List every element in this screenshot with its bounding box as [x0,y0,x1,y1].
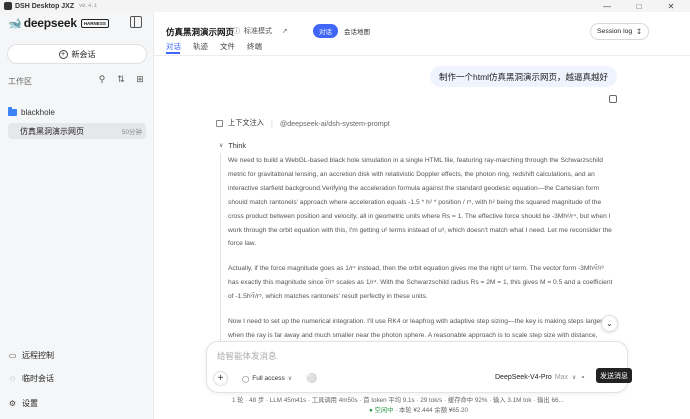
model-select[interactable]: DeepSeek-V4-Pro Max ∨ [495,374,576,381]
download-icon: ↧ [636,28,643,36]
app-version: v0.4.1 [79,3,98,9]
status-badge: ● 空闲中 [369,407,394,414]
active-tab-indicator [166,52,180,54]
new-chat-label: 新会话 [71,49,96,59]
maximize-icon[interactable]: □ [626,0,652,12]
tab-chat[interactable]: 对话 [166,41,181,52]
session-log-button[interactable]: Session log ↧ [590,23,650,40]
sidebar-folder-blackhole[interactable]: blackhole [8,107,55,117]
session-title: 仿真黑洞演示网页 [20,126,84,136]
chevron-down-icon: ⌄ [606,319,613,328]
divider: | [270,118,273,128]
minimize-icon[interactable]: — [594,0,620,12]
view-switch: 对话 会话地图 [313,23,376,39]
sidebar-item-label: 远程控制 [22,351,54,360]
header-divider [154,55,690,56]
message-input[interactable]: 给智能体发消息 [217,350,277,362]
app-title: DSH Desktop JXZ [15,2,75,10]
tab-files[interactable]: 文件 [220,41,235,52]
folder-label: blackhole [21,108,55,117]
context-label: 上下文注入 [228,118,264,127]
add-folder-icon[interactable]: ⊞ [135,74,145,85]
context-reference: @deepseek-ai/dsh-system-prompt [279,118,390,128]
think-paragraph: Now I need to set up the numerical integ… [228,318,603,339]
session-log-label: Session log [597,28,633,35]
think-label: Think [228,141,246,150]
access-level-label: Full access [252,375,285,382]
gear-icon: ⚙ [8,399,17,408]
user-message-text: 制作一个html仿真黑洞演示网页，越逼真越好 [439,71,609,82]
cost-text: · 本轮 ¥2.444 余额 ¥65.20 [395,407,469,414]
chevron-down-icon: ∨ [287,376,293,382]
segment-session-map[interactable]: 会话地图 [338,26,376,36]
tab-terminal[interactable]: 终端 [247,41,262,52]
sidebar-item-temporary-chat[interactable]: ◌ 临时会话 [8,373,54,384]
copy-icon[interactable] [609,95,617,103]
app-logo-icon [4,2,12,10]
title-bar: DSH Desktop JXZ v0.4.1 [0,0,690,12]
folder-icon [8,107,17,116]
message-composer[interactable]: 给智能体发消息 + ◯ Full access ∨ ⚪ DeepSeek-V4-… [206,341,628,393]
think-paragraph: Actually, if the force magnitude goes as… [228,265,613,301]
brand-badge: HARNESS [80,18,109,28]
mode-indicator[interactable]: ⓘ 标准模式 ➚ [233,26,288,36]
add-attachment-button[interactable]: + [213,371,228,386]
chevron-down-icon: ∨ [572,375,577,381]
mode-label: 标准模式 [244,28,272,35]
main-tabs: 对话 轨迹 文件 终端 [166,41,262,52]
model-label: DeepSeek-V4-Pro [495,374,552,381]
page-title: 仿真黑洞演示网页 [166,27,235,37]
brand-logo: 🐋 deepseek HARNESS [8,16,109,30]
scroll-to-bottom-button[interactable]: ⌄ [601,315,618,332]
workspace-tools: ⚲ ⇅ ⊞ [97,74,145,85]
new-chat-button[interactable]: + 新会话 [7,44,147,64]
session-age: 50分钟 [121,129,142,136]
tab-trace[interactable]: 轨迹 [193,41,208,52]
think-rail [220,153,221,343]
info-icon: ⓘ [233,28,240,35]
whale-icon: 🐋 [8,17,22,30]
chevron-down-icon: ∨ [219,143,224,149]
globe-icon[interactable]: ◔ [580,373,585,382]
brand-name: deepseek [23,16,77,30]
temporary-chat-icon: ◌ [10,374,15,383]
close-icon[interactable]: ✕ [658,0,684,12]
think-toggle[interactable]: ∨ Think [219,141,246,150]
shield-icon: ◯ [242,375,250,383]
user-message: 制作一个html仿真黑洞演示网页，越逼真越好 [430,66,618,87]
paperclip-icon[interactable]: ⚪ [306,373,317,384]
sidebar-item-label: 设置 [22,399,38,408]
segment-chat[interactable]: 对话 [313,24,338,38]
sidebar-item-remote-control[interactable]: ▭ 远程控制 [8,350,54,361]
remote-control-icon: ▭ [8,351,17,360]
context-injection-row[interactable]: 上下文注入 | @deepseek-ai/dsh-system-prompt [216,118,390,128]
send-label: 发送消息 [600,372,628,380]
sidebar-item-settings[interactable]: ⚙ 设置 [8,398,38,409]
workspace-label: 工作区 [8,77,32,86]
context-icon [216,119,223,127]
send-button[interactable]: 发送消息 [596,368,632,383]
think-content: We need to build a WebGL-based black hol… [228,154,616,343]
sidebar-item-label: 临时会话 [22,374,54,383]
search-icon[interactable]: ⚲ [97,74,107,85]
think-paragraph: We need to build a WebGL-based black hol… [228,157,612,248]
status-bar: ● 空闲中 · 本轮 ¥2.444 余额 ¥65.20 [369,405,468,414]
sidebar-toggle-icon[interactable] [130,16,142,28]
sidebar-session-item[interactable]: 仿真黑洞演示网页 50分钟 [8,123,146,139]
pin-icon[interactable]: ➚ [282,27,288,35]
filter-icon[interactable]: ⇅ [116,74,126,85]
plus-icon: + [58,49,68,59]
model-suffix: Max [554,374,569,381]
usage-stats: 1 轮 · 48 步 · LLM 45m41s · 工具调用 4m50s · 首… [232,397,564,404]
access-level-select[interactable]: ◯ Full access ∨ [237,371,297,386]
